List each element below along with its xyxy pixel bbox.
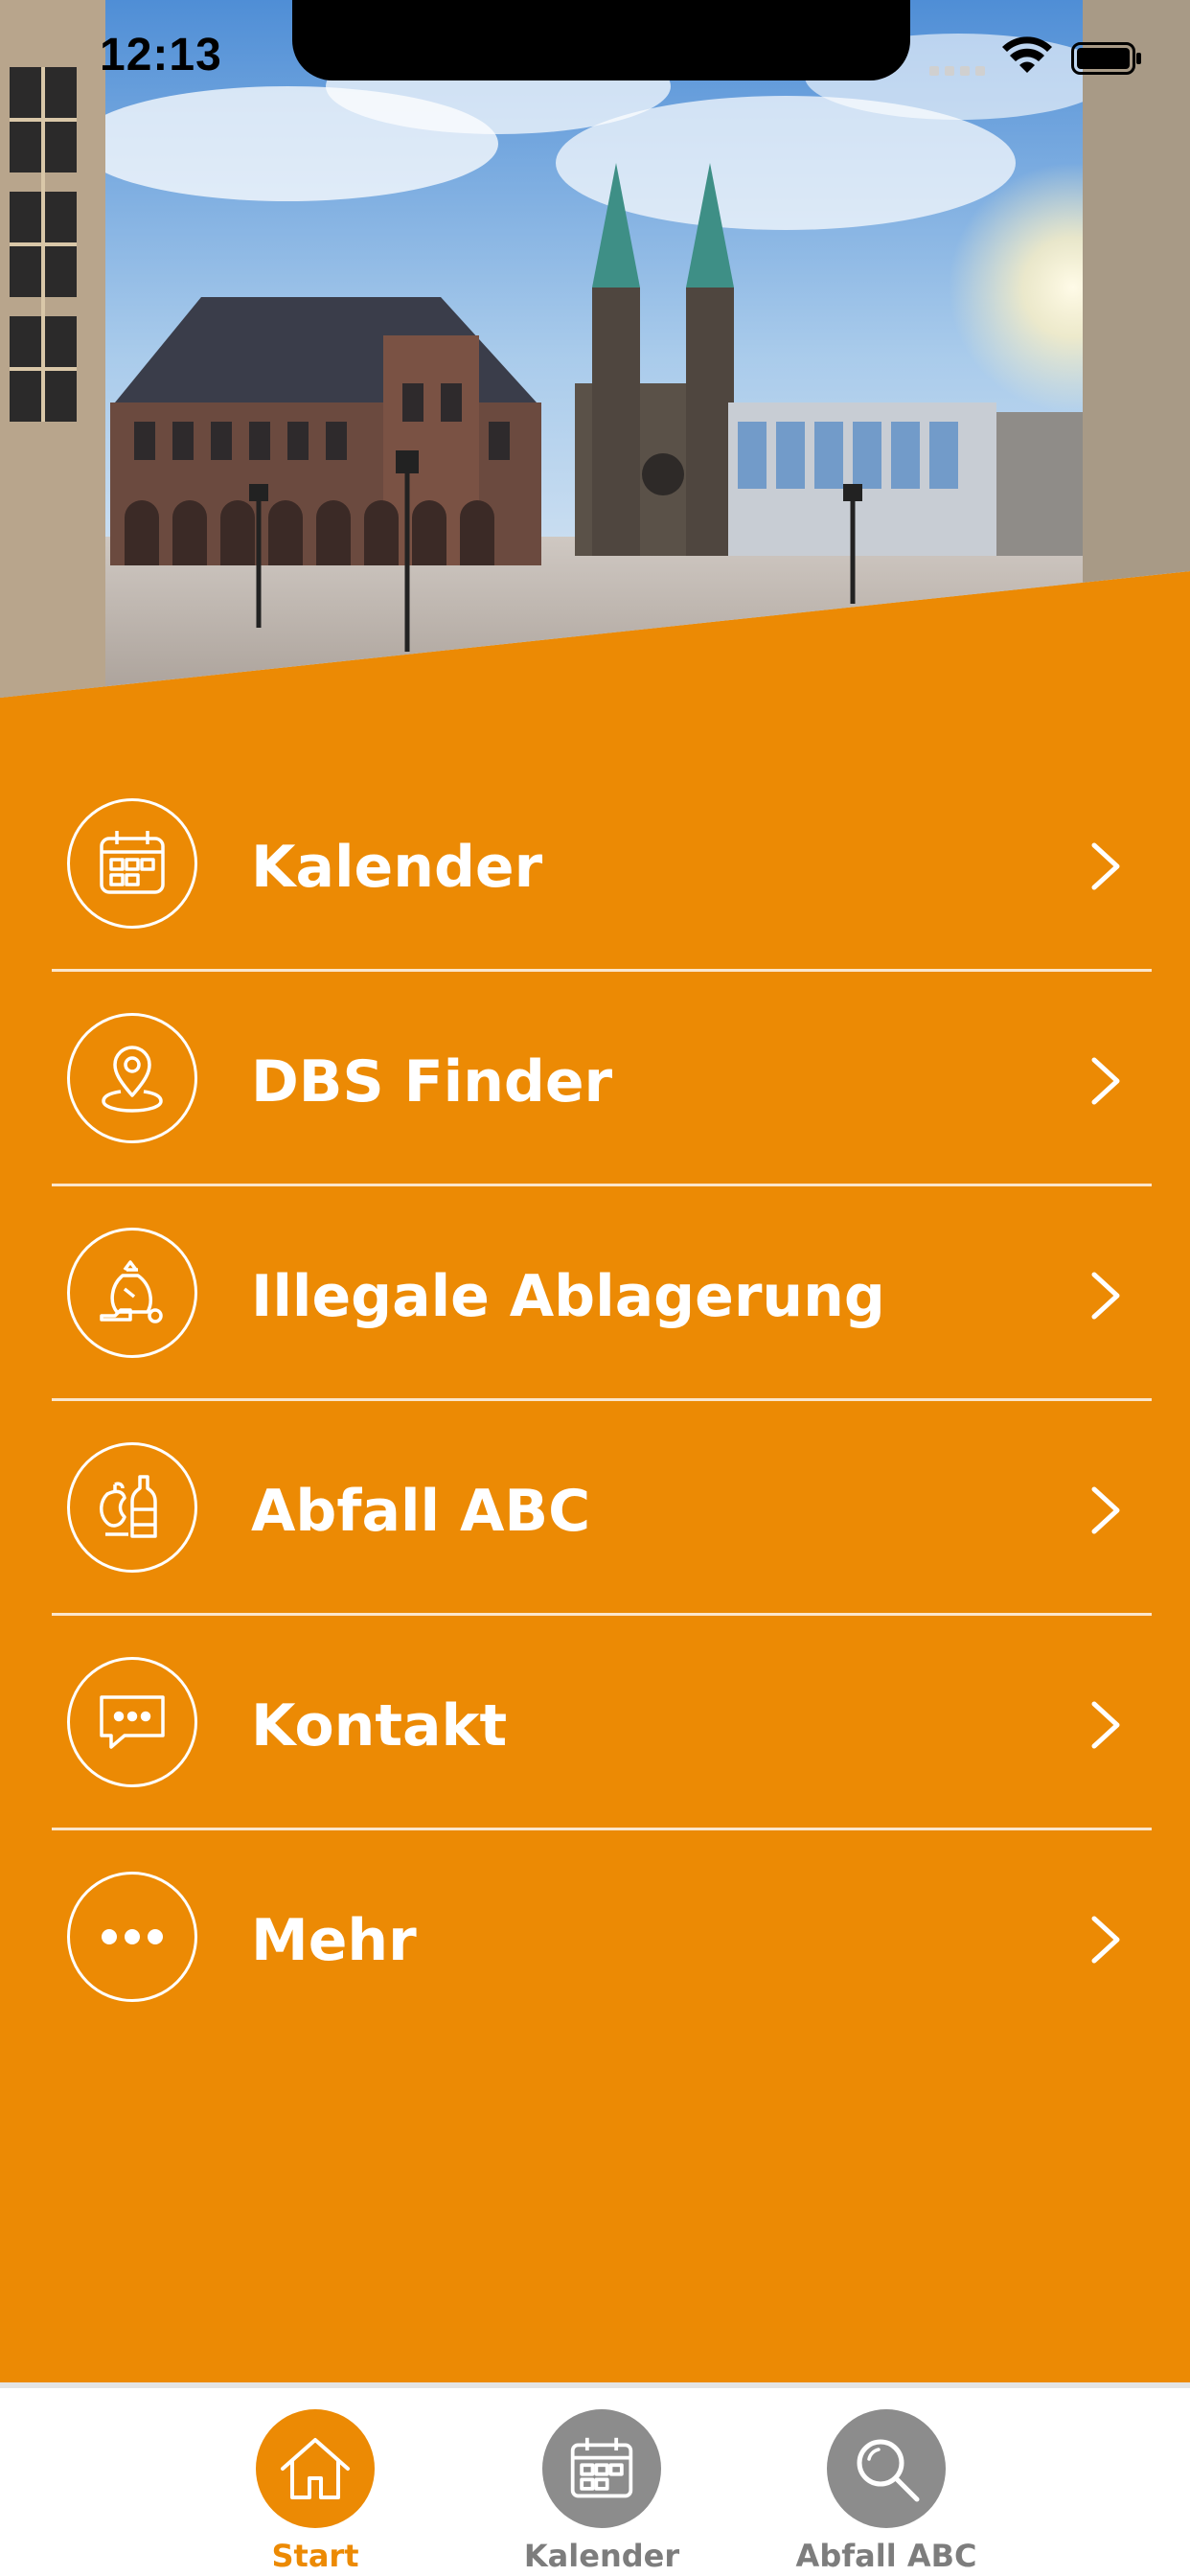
calendar-icon — [542, 2409, 661, 2528]
trash-bag-icon — [67, 1228, 197, 1358]
status-time: 12:13 — [100, 30, 222, 80]
menu-item-kalender[interactable]: Kalender — [0, 757, 1190, 972]
tab-kalender[interactable]: Kalender — [506, 2409, 698, 2574]
menu-item-label: Kontakt — [251, 1692, 508, 1760]
tab-label: Abfall ABC — [795, 2538, 977, 2574]
chat-bubble-icon — [67, 1657, 197, 1787]
menu-item-abfall-abc[interactable]: Abfall ABC — [0, 1401, 1190, 1616]
tab-abfall-abc[interactable]: Abfall ABC — [790, 2409, 982, 2574]
tab-start[interactable]: Start — [219, 2409, 411, 2574]
home-icon — [256, 2409, 375, 2528]
app-screen: 12:13 Kalender DBS Finder Illegale Ablag… — [0, 0, 1190, 2576]
menu-item-mehr[interactable]: Mehr — [0, 1830, 1190, 2045]
chevron-right-icon — [1088, 1915, 1123, 1968]
calendar-icon — [67, 798, 197, 929]
tab-label: Start — [271, 2538, 359, 2574]
tab-label: Kalender — [523, 2538, 680, 2574]
chevron-right-icon — [1088, 1056, 1123, 1110]
waste-bottle-apple-icon — [67, 1442, 197, 1573]
menu-item-kontakt[interactable]: Kontakt — [0, 1616, 1190, 1830]
search-icon — [827, 2409, 946, 2528]
battery-icon — [1071, 42, 1142, 79]
chevron-right-icon — [1088, 1485, 1123, 1539]
main-menu: Kalender DBS Finder Illegale Ablagerung … — [0, 757, 1190, 2045]
menu-item-label: Illegale Ablagerung — [251, 1263, 885, 1330]
chevron-right-icon — [1088, 841, 1123, 895]
cellular-signal-icon — [929, 63, 987, 81]
tab-bar: Start Kalender Abfall ABC — [0, 2382, 1190, 2576]
menu-item-dbs-finder[interactable]: DBS Finder — [0, 972, 1190, 1186]
chevron-right-icon — [1088, 1700, 1123, 1754]
menu-item-label: Mehr — [251, 1907, 417, 1974]
chevron-right-icon — [1088, 1271, 1123, 1324]
menu-item-label: Abfall ABC — [251, 1478, 591, 1545]
menu-item-label: Kalender — [251, 834, 543, 901]
menu-item-label: DBS Finder — [251, 1048, 613, 1116]
wifi-icon — [1002, 36, 1052, 79]
menu-item-illegale-ablagerung[interactable]: Illegale Ablagerung — [0, 1186, 1190, 1401]
more-dots-icon — [67, 1872, 197, 2002]
status-bar: 12:13 — [0, 0, 1190, 115]
map-pin-icon — [67, 1013, 197, 1143]
device-notch — [292, 0, 910, 80]
